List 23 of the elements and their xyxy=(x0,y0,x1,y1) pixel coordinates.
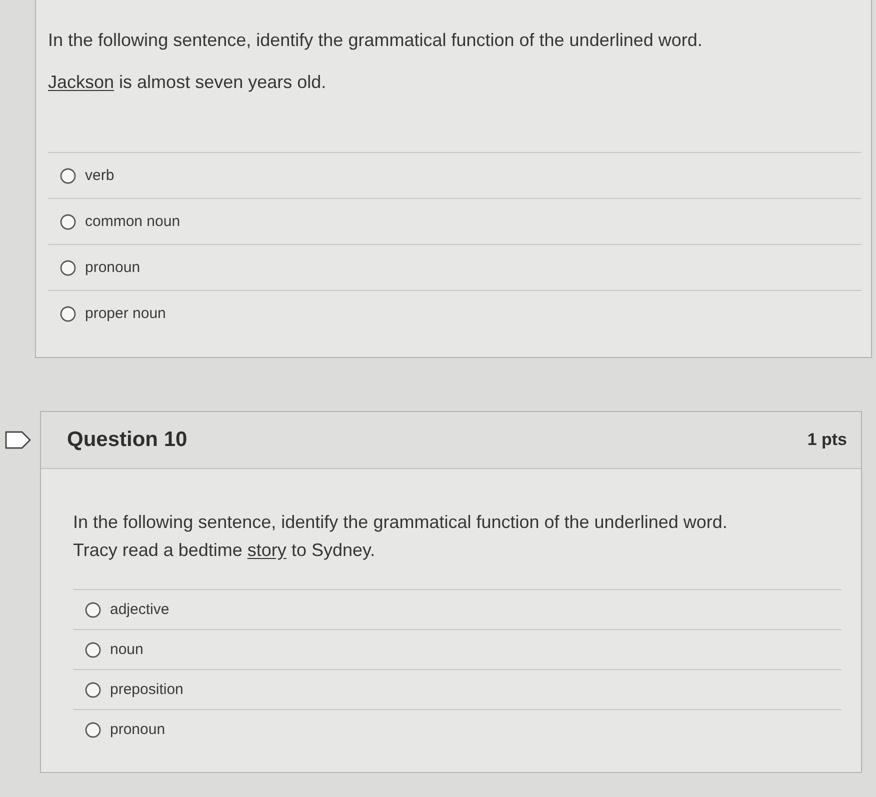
radio-button[interactable] xyxy=(60,214,76,230)
radio-button[interactable] xyxy=(60,168,76,184)
answer-option[interactable]: proper noun xyxy=(48,291,861,337)
answer-option[interactable]: adjective xyxy=(73,590,841,630)
radio-button[interactable] xyxy=(85,682,101,698)
question-prompt: In the following sentence, identify the grammatical function of the underlined word. xyxy=(48,29,704,52)
points-label: 1 pts xyxy=(807,430,847,450)
radio-button[interactable] xyxy=(85,722,101,738)
question-title: Question 10 xyxy=(67,428,188,452)
answer-option[interactable]: common noun xyxy=(48,199,861,245)
question-prompt: In the following sentence, identify the grammatical function of the underlined word. xyxy=(73,511,728,534)
radio-button[interactable] xyxy=(60,306,76,322)
tag-icon[interactable] xyxy=(5,431,31,449)
example-sentence: Tracy read a bedtime story to Sydney. xyxy=(73,539,376,562)
answer-option[interactable]: noun xyxy=(73,630,841,670)
answer-option[interactable]: verb xyxy=(48,153,861,199)
radio-button[interactable] xyxy=(85,642,101,658)
radio-button[interactable] xyxy=(85,602,101,618)
answer-option[interactable]: pronoun xyxy=(48,245,861,291)
example-sentence: Jackson is almost seven years old. xyxy=(48,71,328,94)
radio-button[interactable] xyxy=(60,260,76,276)
answer-option[interactable]: pronoun xyxy=(73,710,841,750)
answer-option[interactable]: preposition xyxy=(73,670,841,710)
